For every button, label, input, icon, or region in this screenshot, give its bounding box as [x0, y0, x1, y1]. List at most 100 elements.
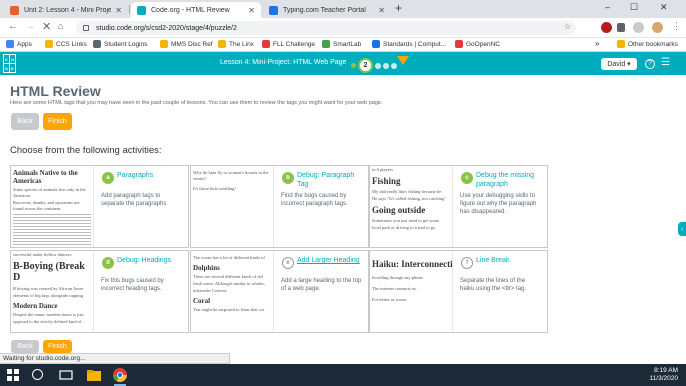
activity-title[interactable]: Paragraphs — [117, 171, 153, 180]
close-tab-icon[interactable]: ✕ — [248, 6, 255, 15]
activity-thumbnail: The ocean has a lot of different kinds o… — [191, 251, 274, 332]
activity-badge: c — [461, 172, 473, 184]
tab-favicon-icon — [269, 5, 278, 15]
tab-favicon-icon — [10, 5, 19, 15]
forward-arrow-icon[interactable]: → — [25, 21, 35, 32]
system-clock[interactable]: 8:19 AM 11/3/2020 — [650, 367, 678, 383]
bookmark-standards[interactable]: Standards | Comput... — [372, 40, 446, 48]
windows-start-icon[interactable] — [5, 367, 21, 383]
activity-title[interactable]: Debug: Paragraph Tag — [297, 171, 367, 189]
activity-badge: b — [282, 172, 294, 184]
activity-badge: f — [461, 257, 473, 269]
bookmark-smartlab[interactable]: SmartLab — [322, 40, 361, 48]
activity-badge: e — [282, 257, 294, 269]
status-bar: Waiting for studio.code.org... — [0, 353, 230, 364]
extension-icon[interactable] — [601, 22, 612, 33]
bookmarks-more-button[interactable]: » — [595, 39, 599, 48]
activity-card-debug-headings[interactable]: successful under hollow dancers. B-Boyin… — [10, 250, 189, 333]
bookmark-apps[interactable]: Apps — [6, 40, 32, 48]
bookmark-ccs-links[interactable]: CCS Links — [45, 40, 87, 48]
address-text: studio.code.org/s/csd2-2020/stage/4/puzz… — [96, 24, 237, 32]
activity-description: Fix this bugs caused by incorrect headin… — [101, 278, 164, 292]
expand-panel-icon[interactable]: ‹ — [678, 222, 686, 236]
level-progress: 2 — [351, 58, 397, 73]
minimize-button[interactable]: – — [605, 2, 610, 12]
star-icon[interactable]: ☆ — [564, 22, 571, 31]
tab-lesson-4[interactable]: Unit 2: Lesson 4 - Mini Project: H ✕ — [4, 2, 128, 18]
activity-badge: d — [102, 257, 114, 269]
close-load-icon[interactable]: ✕ — [42, 20, 51, 33]
activity-badge: a — [102, 172, 114, 184]
finish-button[interactable]: Finish — [43, 113, 72, 130]
activity-description: Separate the lines of the haiku using th… — [460, 278, 527, 292]
bookmark-other[interactable]: Other bookmarks — [617, 40, 678, 48]
next-level-icon[interactable] — [397, 56, 409, 72]
activity-description: Find the bugs caused by incorrect paragr… — [281, 193, 348, 207]
puzzle-icon[interactable] — [633, 22, 644, 33]
activity-description: Add paragraph tags to separate the parag… — [101, 193, 167, 207]
back-button[interactable]: Back — [11, 113, 39, 130]
activity-card-missing-paragraph[interactable]: to 6 players Fishing My dad really likes… — [369, 165, 548, 248]
bookmark-icon — [322, 40, 330, 48]
page-title: HTML Review — [10, 83, 101, 99]
cortana-icon[interactable] — [32, 369, 43, 380]
bookmarks-bar: Apps CCS Links Student Logins MMS Disc R… — [0, 38, 686, 52]
bookmark-student-logins[interactable]: Student Logins — [93, 40, 147, 48]
tab-typing-portal[interactable]: Typing.com Teacher Portal ✕ — [263, 2, 391, 18]
browser-toolbar: ← → ✕ ⌂ studio.code.org/s/csd2-2020/stag… — [0, 18, 686, 38]
activity-title[interactable]: Debug the missing paragraph — [476, 171, 546, 189]
hamburger-menu-icon[interactable]: ☰ — [661, 57, 670, 68]
bookmark-mms-disc-ref[interactable]: MMS Disc Ref — [160, 40, 213, 48]
new-tab-button[interactable]: + — [395, 1, 402, 15]
lesson-title[interactable]: Lesson 4: Mini-Project: HTML Web Page — [220, 59, 346, 66]
activity-title[interactable]: Add Larger Heading — [297, 256, 360, 265]
main-content: HTML Review Here are some HTML tags that… — [0, 75, 686, 353]
avatar[interactable] — [652, 22, 663, 33]
home-icon[interactable]: ⌂ — [58, 21, 63, 31]
page-description: Here are some HTML tags that you may hav… — [10, 100, 383, 106]
lock-icon — [83, 25, 89, 31]
folder-icon — [160, 40, 168, 48]
bottom-finish-button[interactable]: Finish — [43, 340, 72, 353]
activity-thumbnail: Haiku: Interconnection Scrolling through… — [370, 251, 453, 332]
codeorg-logo[interactable]: C O D E — [3, 54, 16, 73]
activity-title[interactable]: Line Break — [476, 256, 509, 265]
tab-favicon-icon — [137, 5, 146, 15]
close-tab-icon[interactable]: ✕ — [378, 6, 385, 15]
activity-card-add-larger-heading[interactable]: The ocean has a lot of different kinds o… — [190, 250, 369, 333]
maximize-button[interactable]: ☐ — [630, 2, 638, 13]
activities-heading: Choose from the following activities: — [10, 145, 162, 156]
tab-html-review[interactable]: Code.org - HTML Review ✕ — [131, 2, 261, 18]
activity-card-paragraphs[interactable]: Animals Native to the Americas Some spec… — [10, 165, 189, 248]
level-current[interactable]: 2 — [358, 58, 373, 73]
menu-icon[interactable]: ⋮ — [672, 21, 681, 32]
folder-icon — [45, 40, 53, 48]
bottom-back-button[interactable]: Back — [11, 340, 39, 353]
bookmark-the-linx[interactable]: The Linx — [218, 40, 254, 48]
activity-title[interactable]: Debug: Headings — [117, 256, 171, 265]
folder-icon — [617, 40, 625, 48]
chrome-icon[interactable] — [112, 367, 128, 383]
file-explorer-icon[interactable] — [86, 367, 102, 383]
level-dot[interactable] — [351, 63, 356, 68]
task-view-icon[interactable] — [58, 367, 74, 383]
help-icon[interactable]: ? — [645, 59, 655, 69]
bookmark-fll-challenge[interactable]: FLL Challenge — [262, 40, 315, 48]
browser-tab-bar: Unit 2: Lesson 4 - Mini Project: H ✕ Cod… — [0, 0, 686, 18]
level-dot[interactable] — [375, 62, 381, 69]
windows-taskbar: 8:19 AM 11/3/2020 — [0, 364, 686, 386]
activity-card-debug-paragraph[interactable]: Why do hula fly to women's houses in the… — [190, 165, 369, 248]
back-arrow-icon[interactable]: ← — [8, 21, 18, 32]
close-tab-icon[interactable]: ✕ — [115, 6, 122, 15]
level-dot[interactable] — [383, 62, 389, 69]
user-menu-button[interactable]: David ▾ — [601, 58, 637, 70]
extension-icon[interactable] — [617, 23, 625, 32]
activity-thumbnail: Why do hula fly to women's houses in the… — [191, 166, 274, 247]
bookmark-goopennc[interactable]: GoOpenNC — [455, 40, 500, 48]
activity-description: Use your debugging skills to figure out … — [460, 193, 537, 215]
bookmark-icon — [372, 40, 380, 48]
close-window-button[interactable]: ✕ — [660, 2, 668, 13]
address-bar[interactable]: studio.code.org/s/csd2-2020/stage/4/puzz… — [76, 21, 576, 35]
activity-card-line-break[interactable]: Haiku: Interconnection Scrolling through… — [369, 250, 548, 333]
bookmark-icon — [93, 40, 101, 48]
